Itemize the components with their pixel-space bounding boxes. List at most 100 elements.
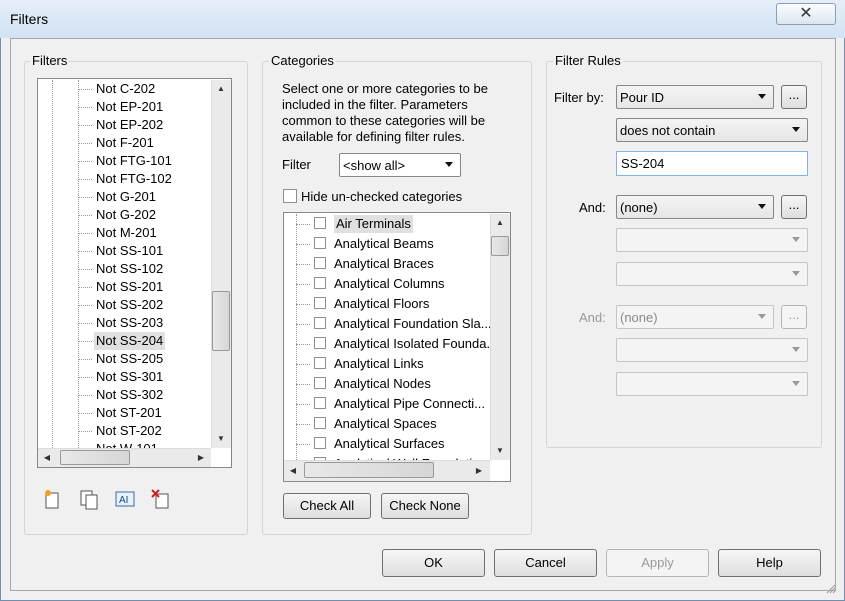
filter-list-item[interactable]: Not SS-205 xyxy=(78,350,210,368)
and-ellipsis-button-1[interactable]: ... xyxy=(781,195,807,219)
filter-list-item[interactable]: Not SS-202 xyxy=(78,296,210,314)
category-checkbox[interactable] xyxy=(314,257,326,269)
scroll-down-icon[interactable]: ▼ xyxy=(213,434,229,443)
filter-by-ellipsis-button[interactable]: ... xyxy=(781,85,807,109)
category-list-item[interactable]: Analytical Beams xyxy=(296,234,490,254)
category-label: Air Terminals xyxy=(334,215,413,233)
close-button[interactable]: ✕ xyxy=(776,3,836,25)
filter-list-item[interactable]: Not G-201 xyxy=(78,188,210,206)
category-checkbox[interactable] xyxy=(314,237,326,249)
tree-connector xyxy=(78,143,92,144)
new-filter-icon[interactable] xyxy=(42,488,64,510)
chevron-down-icon xyxy=(758,204,766,209)
cancel-button[interactable]: Cancel xyxy=(494,549,597,577)
category-checkbox[interactable] xyxy=(314,317,326,329)
filter-list-item-label: Not SS-202 xyxy=(96,297,164,312)
filter-list-item[interactable]: Not F-201 xyxy=(78,134,210,152)
tree-connector xyxy=(296,244,310,245)
scroll-thumb[interactable] xyxy=(491,236,509,256)
rename-filter-icon[interactable]: AI xyxy=(114,488,136,510)
category-list-item[interactable]: Analytical Nodes xyxy=(296,374,490,394)
category-filter-dropdown[interactable]: <show all> xyxy=(339,153,461,177)
hide-unchecked-checkbox[interactable] xyxy=(283,189,297,203)
scroll-up-icon[interactable]: ▲ xyxy=(213,84,229,93)
operator-dropdown[interactable]: does not contain xyxy=(616,118,808,142)
category-list-item[interactable]: Analytical Columns xyxy=(296,274,490,294)
check-none-button[interactable]: Check None xyxy=(381,493,469,519)
filter-list-item[interactable]: Not W-101 xyxy=(78,440,210,448)
delete-filter-icon[interactable] xyxy=(150,488,172,510)
and-operator-dropdown-1[interactable] xyxy=(616,228,808,252)
category-checkbox[interactable] xyxy=(314,357,326,369)
category-list-item[interactable]: Analytical Floors xyxy=(296,294,490,314)
category-list-item[interactable]: Analytical Links xyxy=(296,354,490,374)
filter-list-item[interactable]: Not ST-202 xyxy=(78,422,210,440)
filter-list-item[interactable]: Not SS-203 xyxy=(78,314,210,332)
svg-text:AI: AI xyxy=(119,495,128,506)
category-list-item[interactable]: Analytical Pipe Connecti... xyxy=(296,394,490,414)
scroll-thumb[interactable] xyxy=(212,291,230,351)
tree-connector xyxy=(78,125,92,126)
tree-connector xyxy=(78,161,92,162)
ok-button[interactable]: OK xyxy=(382,549,485,577)
scroll-up-icon[interactable]: ▲ xyxy=(492,218,508,227)
category-checkbox[interactable] xyxy=(314,337,326,349)
and-parameter-dropdown-1[interactable]: (none) xyxy=(616,195,774,219)
tree-connector xyxy=(78,269,92,270)
tree-connector xyxy=(78,341,92,342)
scroll-down-icon[interactable]: ▼ xyxy=(492,446,508,455)
filter-list-item[interactable]: Not FTG-101 xyxy=(78,152,210,170)
filter-list-item[interactable]: Not SS-201 xyxy=(78,278,210,296)
filter-list-item[interactable]: Not EP-201 xyxy=(78,98,210,116)
check-all-button[interactable]: Check All xyxy=(283,493,371,519)
hscroll-thumb[interactable] xyxy=(304,462,434,478)
category-checkbox[interactable] xyxy=(314,417,326,429)
filter-list-item[interactable]: Not SS-302 xyxy=(78,386,210,404)
filters-vscroll[interactable] xyxy=(211,80,231,448)
filter-list-item[interactable]: Not SS-301 xyxy=(78,368,210,386)
tree-connector xyxy=(296,224,310,225)
apply-button[interactable]: Apply xyxy=(606,549,709,577)
scroll-left-icon[interactable]: ◀ xyxy=(286,466,300,475)
category-list-item[interactable]: Analytical Isolated Founda... xyxy=(296,334,490,354)
filter-list-item[interactable]: Not SS-204 xyxy=(78,332,210,350)
filter-list-item[interactable]: Not FTG-102 xyxy=(78,170,210,188)
filter-by-dropdown[interactable]: Pour ID xyxy=(616,85,774,109)
category-checkbox[interactable] xyxy=(314,297,326,309)
and-value-dropdown-2[interactable] xyxy=(616,372,808,396)
scroll-right-icon[interactable]: ▶ xyxy=(472,466,486,475)
chevron-down-icon xyxy=(792,381,800,386)
rule-value-input[interactable]: SS-204 xyxy=(616,151,808,176)
filter-by-label: Filter by: xyxy=(554,90,604,105)
scroll-left-icon[interactable]: ◀ xyxy=(40,453,54,462)
resize-grip-icon[interactable] xyxy=(826,582,836,594)
category-list-item[interactable]: Analytical Spaces xyxy=(296,414,490,434)
scroll-right-icon[interactable]: ▶ xyxy=(194,453,208,462)
and-parameter-dropdown-2[interactable]: (none) xyxy=(616,305,774,329)
filter-list-item[interactable]: Not SS-101 xyxy=(78,242,210,260)
tree-connector xyxy=(78,377,92,378)
filter-list-item-label: Not F-201 xyxy=(96,135,154,150)
filter-list-item[interactable]: Not C-202 xyxy=(78,80,210,98)
category-checkbox[interactable] xyxy=(314,397,326,409)
category-checkbox[interactable] xyxy=(314,377,326,389)
category-list-item[interactable]: Air Terminals xyxy=(296,214,490,234)
filter-list-item[interactable]: Not SS-102 xyxy=(78,260,210,278)
help-button[interactable]: Help xyxy=(718,549,821,577)
and-value-dropdown-1[interactable] xyxy=(616,262,808,286)
filter-list-item[interactable]: Not M-201 xyxy=(78,224,210,242)
hscroll-thumb[interactable] xyxy=(60,450,130,465)
category-list-item[interactable]: Analytical Braces xyxy=(296,254,490,274)
and-ellipsis-button-2[interactable]: ... xyxy=(781,305,807,329)
category-checkbox[interactable] xyxy=(314,277,326,289)
category-checkbox[interactable] xyxy=(314,217,326,229)
filter-list-item[interactable]: Not ST-201 xyxy=(78,404,210,422)
and-operator-dropdown-2[interactable] xyxy=(616,338,808,362)
category-checkbox[interactable] xyxy=(314,437,326,449)
duplicate-filter-icon[interactable] xyxy=(78,488,100,510)
category-list-item[interactable]: Analytical Foundation Sla... xyxy=(296,314,490,334)
tree-connector xyxy=(78,107,92,108)
filter-list-item[interactable]: Not G-202 xyxy=(78,206,210,224)
category-list-item[interactable]: Analytical Surfaces xyxy=(296,434,490,454)
filter-list-item[interactable]: Not EP-202 xyxy=(78,116,210,134)
